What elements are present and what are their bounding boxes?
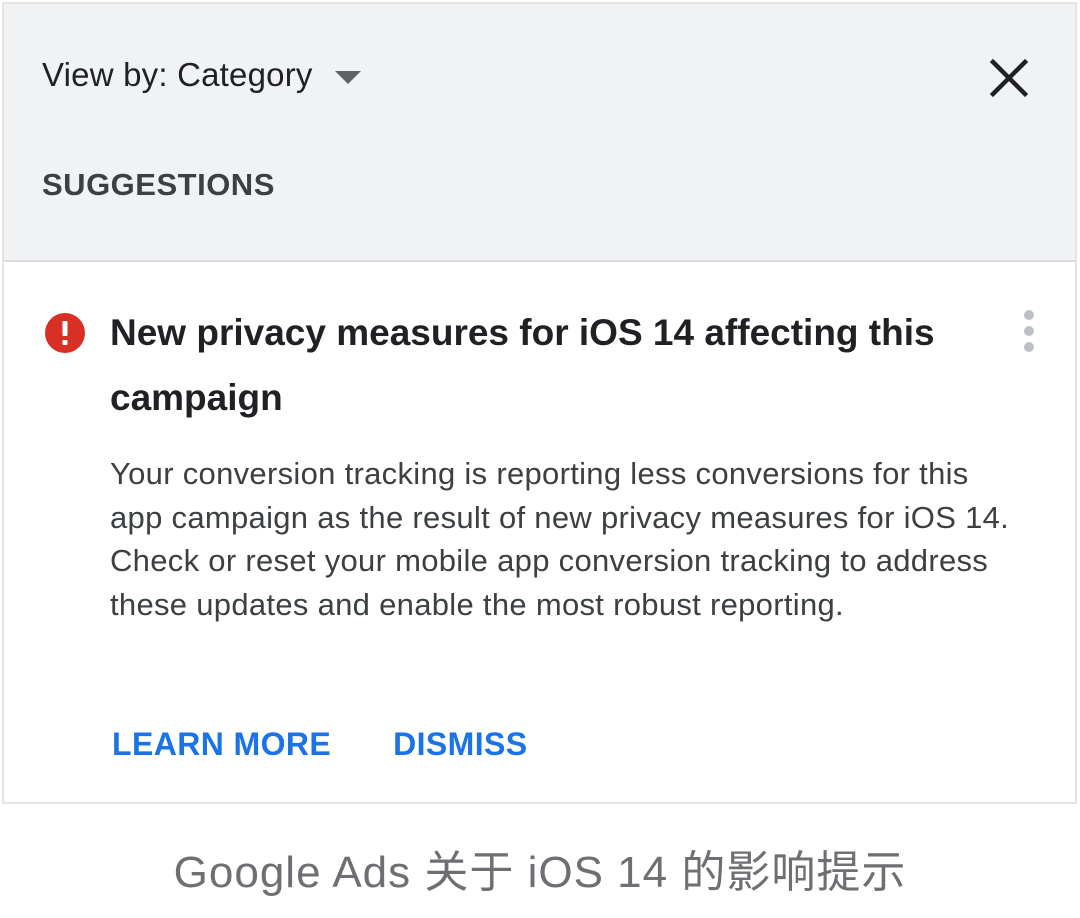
more-options-button[interactable]	[1014, 308, 1044, 358]
learn-more-button[interactable]: LEARN MORE	[112, 726, 331, 763]
image-caption: Google Ads 关于 iOS 14 的影响提示	[173, 848, 907, 897]
card-actions: LEARN MORE DISMISS	[112, 726, 528, 763]
more-vertical-icon	[1024, 310, 1034, 352]
view-by-label: View by: Category	[42, 56, 313, 93]
error-alert-icon	[44, 312, 86, 354]
close-button[interactable]	[988, 57, 1030, 99]
panel-header: View by: Category SUGGESTIONS	[4, 4, 1075, 262]
suggestions-panel: View by: Category SUGGESTIONS New privac…	[2, 2, 1077, 804]
card-title: New privacy measures for iOS 14 affectin…	[110, 312, 935, 418]
close-icon	[989, 58, 1029, 98]
card-description: Your conversion tracking is reporting le…	[110, 456, 1010, 622]
caret-down-icon	[334, 70, 361, 84]
dismiss-button[interactable]: DISMISS	[393, 726, 527, 763]
view-by-dropdown[interactable]: View by: Category	[42, 56, 361, 94]
section-label: SUGGESTIONS	[42, 167, 275, 202]
